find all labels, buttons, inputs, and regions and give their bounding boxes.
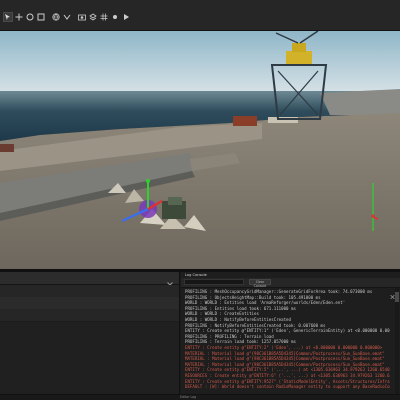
camera-icon[interactable] — [78, 13, 86, 21]
world-viewport[interactable] — [0, 31, 400, 269]
debris — [0, 144, 14, 152]
log-line: ENTITY : Create entity @"ENTITY:1" ('Ede… — [185, 328, 390, 334]
move-tool-icon[interactable] — [15, 13, 23, 21]
scale-tool-icon[interactable] — [37, 13, 45, 21]
editor-toolbar — [0, 0, 400, 31]
log-line: RESOURCES : Create entity @"ENTITY:6" ('… — [185, 372, 390, 378]
left-dock-panel — [0, 272, 180, 400]
left-dock-header — [0, 272, 179, 285]
left-dock-body — [0, 322, 179, 400]
close-icon[interactable] — [166, 274, 174, 288]
world-space-icon[interactable] — [52, 13, 60, 21]
lighting-icon[interactable] — [111, 13, 119, 21]
log-scrollbar-thumb[interactable] — [395, 292, 399, 302]
log-console-toolbar: Clear Console — [181, 278, 400, 300]
log-line: ENTITY : Create entity @"ENTITY:2" ('Ede… — [185, 344, 383, 350]
clear-console-button[interactable]: Clear Console — [249, 279, 271, 288]
grid-icon[interactable] — [100, 13, 108, 21]
container — [233, 116, 257, 126]
select-tool-icon[interactable] — [3, 12, 13, 22]
log-line: DEFAULT : [W]: World doesn't contain Rad… — [185, 384, 390, 390]
layers-icon[interactable] — [89, 13, 97, 21]
play-icon[interactable] — [122, 13, 130, 21]
sky — [0, 31, 400, 93]
status-label: Editor Log — [180, 395, 197, 399]
log-line: PROFILING : MeshOccupancyGridManager::Ge… — [185, 289, 373, 294]
rotate-tool-icon[interactable] — [26, 13, 34, 21]
log-lines: PROFILING : MeshOccupancyGridManager::Ge… — [185, 289, 390, 390]
log-filter-input[interactable] — [184, 279, 244, 285]
log-scrollbar[interactable] — [395, 288, 399, 398]
status-bar: Editor Log — [0, 394, 400, 400]
snap-icon[interactable] — [63, 13, 71, 21]
log-line: MATERIAL : Material load @"{98C361B85A5D… — [185, 356, 385, 362]
viewport-scene — [0, 31, 400, 269]
editor-window: Log Console Clear Console PROFILING : Me… — [0, 0, 400, 400]
log-console-panel: Log Console Clear Console PROFILING : Me… — [181, 272, 400, 400]
far-shore — [320, 89, 400, 115]
list-item[interactable] — [0, 309, 179, 322]
